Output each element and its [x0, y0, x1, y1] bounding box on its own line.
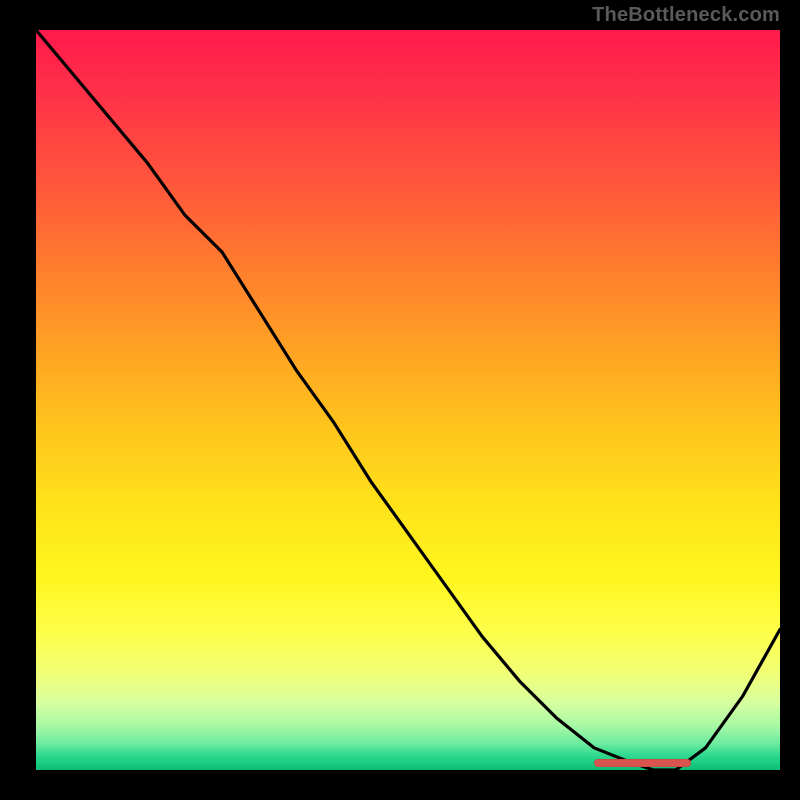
axis-x-spine: [30, 770, 785, 776]
optimal-range-marker: [594, 759, 691, 767]
axis-y-spine: [30, 30, 36, 775]
bottleneck-curve: [36, 30, 780, 770]
plot-area: [36, 30, 780, 770]
watermark-text: TheBottleneck.com: [592, 4, 780, 27]
chart-root: TheBottleneck.com: [0, 0, 800, 800]
